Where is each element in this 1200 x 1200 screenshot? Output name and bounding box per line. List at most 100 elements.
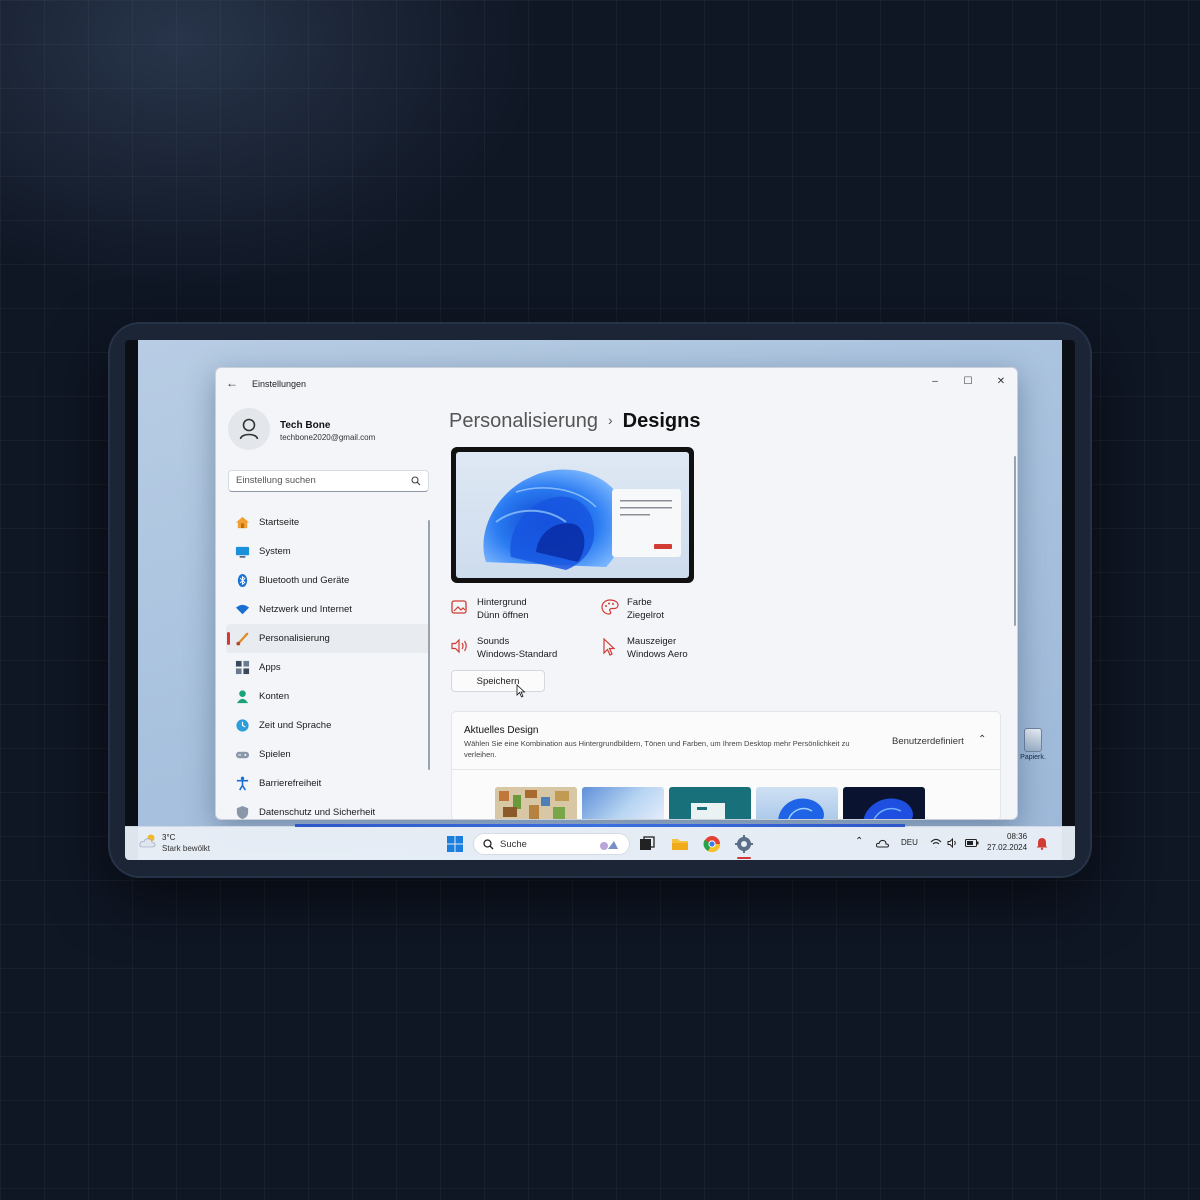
theme-thumbnail-teal[interactable] [669, 787, 751, 819]
sidebar-item-netzwerk[interactable]: Netzwerk und Internet [226, 595, 430, 624]
pointer-icon [603, 638, 616, 656]
sounds-setting[interactable]: Sounds Windows-Standard [451, 635, 601, 669]
sidebar-item-zeit[interactable]: Zeit und Sprache [226, 711, 430, 740]
sidebar-item-label: Zeit und Sprache [259, 720, 332, 731]
sidebar-item-label: Konten [259, 691, 290, 702]
background-title: Hintergrund [477, 597, 527, 608]
settings-search[interactable] [228, 470, 429, 492]
current-theme-description: Wählen Sie eine Kombination aus Hintergr… [464, 739, 850, 759]
theme-thumbnail-glow[interactable] [582, 787, 664, 819]
home-icon [235, 516, 250, 529]
divider [452, 769, 1000, 770]
color-value: Ziegelrot [627, 610, 664, 621]
minimize-button[interactable]: – [923, 373, 947, 391]
search-icon [483, 839, 494, 850]
background-value: Dünn öffnen [477, 610, 529, 621]
screen: Papierk. ← Einstellungen – ☐ ✕ Tech Bone… [125, 340, 1075, 860]
background-setting[interactable]: Hintergrund Dünn öffnen [451, 596, 601, 630]
chevron-up-icon[interactable]: ⌃ [855, 836, 863, 847]
search-input[interactable] [236, 475, 406, 486]
language-indicator[interactable]: DEU [901, 838, 918, 847]
sidebar-item-system[interactable]: System [226, 537, 430, 566]
sidebar-item-label: Apps [259, 662, 281, 673]
sidebar-item-datenschutz[interactable]: Datenschutz und Sicherheit [226, 798, 430, 819]
sidebar-item-personalisierung[interactable]: Personalisierung [226, 624, 430, 653]
sidebar-item-label: Bluetooth und Geräte [259, 575, 350, 586]
clock-time: 08:36 [1007, 832, 1028, 841]
wifi-icon [235, 604, 250, 615]
theme-thumbnail-bloom-light[interactable] [756, 787, 838, 819]
volume-icon[interactable] [947, 838, 958, 848]
person-icon [239, 418, 259, 440]
battery-icon[interactable] [965, 839, 979, 847]
sidebar-item-label: Netzwerk und Internet [259, 604, 352, 615]
weather-description: Stark bewölkt [162, 844, 211, 853]
sidebar-scrollbar[interactable] [428, 520, 430, 770]
active-app-indicator [737, 857, 751, 859]
search-icon[interactable] [411, 476, 421, 486]
sidebar-nav: Startseite System Bluetooth und Geräte N… [226, 508, 430, 819]
apps-icon [235, 660, 250, 675]
cursor-title: Mauszeiger [627, 636, 677, 647]
task-view-icon[interactable] [637, 834, 657, 854]
sidebar-item-apps[interactable]: Apps [226, 653, 430, 682]
cloud-icon [139, 834, 156, 848]
chevron-up-icon[interactable]: ⌃ [978, 734, 986, 745]
window-title: Einstellungen [252, 379, 307, 389]
avatar[interactable] [228, 408, 270, 450]
back-arrow-icon[interactable]: ← [226, 376, 238, 390]
current-theme-card: Aktuelles Design Wählen Sie eine Kombina… [451, 711, 1001, 819]
sidebar-item-barrierefreiheit[interactable]: Barrierefreiheit [226, 769, 430, 798]
cursor-setting[interactable]: Mauszeiger Windows Aero [601, 635, 751, 669]
windows-start-icon[interactable] [445, 834, 465, 854]
recycle-bin-desktop-icon[interactable]: Papierk. [1016, 728, 1050, 761]
theme-thumbnail-mosaic[interactable] [495, 787, 577, 819]
settings-gear-icon[interactable] [734, 834, 754, 854]
file-explorer-icon[interactable] [670, 834, 690, 854]
weather-temp: 3°C [162, 833, 176, 842]
profile-name: Tech Bone [280, 420, 331, 431]
chrome-icon[interactable] [702, 834, 722, 854]
sidebar-item-spielen[interactable]: Spielen [226, 740, 430, 769]
palette-icon [601, 599, 619, 615]
monitor-icon [235, 546, 250, 558]
sidebar-item-label: Personalisierung [259, 633, 330, 644]
onedrive-cloud-icon[interactable] [876, 839, 889, 848]
close-button[interactable]: ✕ [989, 373, 1013, 391]
taskbar: 3°C Stark bewölkt Suche ⌃ DEU 08:36 27.0… [125, 824, 1075, 860]
sidebar-item-label: Spielen [259, 749, 291, 760]
color-setting[interactable]: Farbe Ziegelrot [601, 596, 751, 630]
breadcrumb: Personalisierung › Designs [449, 410, 700, 433]
current-theme-title: Aktuelles Design [464, 725, 539, 736]
search-highlight-icon [600, 841, 618, 850]
taskbar-search[interactable]: Suche [473, 833, 630, 855]
wifi-icon[interactable] [930, 838, 942, 848]
sidebar-item-bluetooth[interactable]: Bluetooth und Geräte [226, 566, 430, 595]
desktop: Papierk. ← Einstellungen – ☐ ✕ Tech Bone… [138, 340, 1062, 860]
accessibility-icon [236, 776, 249, 791]
bloom-wallpaper-image [483, 469, 681, 570]
content-scrollbar[interactable] [1014, 456, 1016, 626]
save-button[interactable]: Speichern [451, 670, 545, 692]
sounds-title: Sounds [477, 636, 510, 647]
notification-bell-icon[interactable] [1036, 837, 1048, 850]
sidebar-item-label: Barrierefreiheit [259, 778, 322, 789]
sidebar-item-startseite[interactable]: Startseite [226, 508, 430, 537]
speaker-icon [451, 638, 467, 654]
sidebar-item-label: Datenschutz und Sicherheit [259, 807, 376, 818]
bluetooth-icon [237, 573, 248, 588]
system-clock[interactable]: 08:36 27.02.2024 [987, 831, 1027, 853]
current-theme-value: Benutzerdefiniert [892, 736, 964, 747]
theme-preview [451, 447, 694, 583]
maximize-button[interactable]: ☐ [956, 373, 980, 391]
sidebar-item-label: System [259, 546, 291, 557]
brush-icon [236, 632, 249, 646]
picture-icon [451, 600, 467, 614]
theme-thumbnail-bloom-dark[interactable] [843, 787, 925, 819]
taskbar-accent [295, 824, 905, 827]
gamepad-icon [235, 751, 250, 759]
weather-widget[interactable]: 3°C Stark bewölkt [139, 833, 210, 854]
breadcrumb-parent[interactable]: Personalisierung [449, 410, 598, 432]
sidebar-item-konten[interactable]: Konten [226, 682, 430, 711]
page-title: Designs [622, 410, 701, 432]
